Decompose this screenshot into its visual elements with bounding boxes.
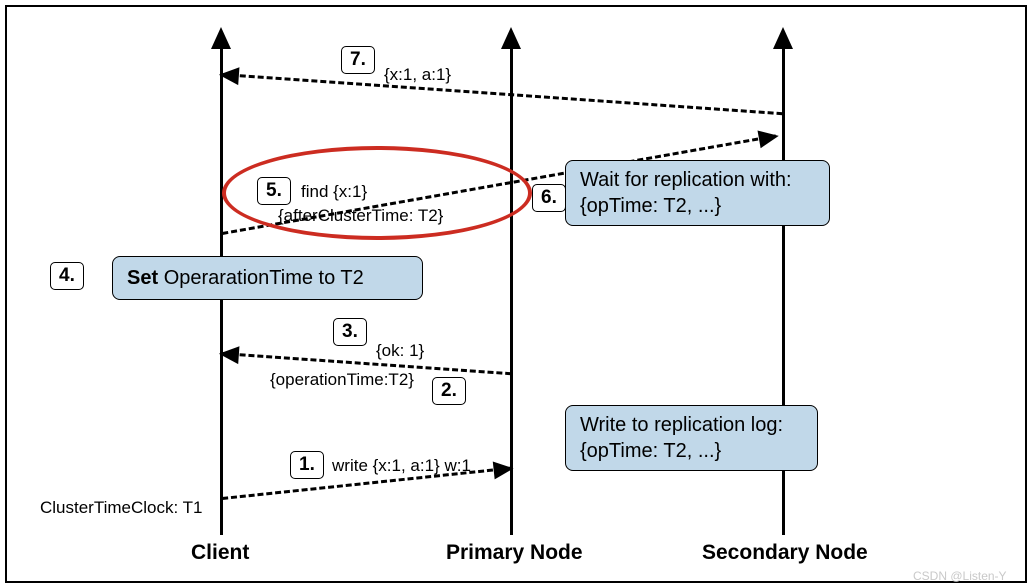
set-prefix: Set bbox=[127, 267, 164, 289]
arrowhead-left-icon bbox=[218, 65, 239, 84]
sequence-diagram: Client Primary Node Secondary Node 1. wr… bbox=[5, 5, 1027, 583]
wait-repl-line1: Wait for replication with: bbox=[580, 167, 815, 193]
primary-lifeline-arrow bbox=[501, 27, 521, 49]
set-text: OperarationTime to T2 bbox=[164, 267, 364, 289]
secondary-lifeline-arrow bbox=[773, 27, 793, 49]
client-lifeline-arrow bbox=[211, 27, 231, 49]
step6-box: 6. bbox=[532, 184, 566, 212]
watermark: CSDN @Listen-Y bbox=[913, 569, 1007, 583]
step4-box: 4. bbox=[50, 262, 84, 290]
secondary-label: Secondary Node bbox=[702, 541, 868, 565]
wait-repl-line2: {opTime: T2, ...} bbox=[580, 193, 815, 219]
write-repl-line1: Write to replication log: bbox=[580, 412, 803, 438]
write-repl-line2: {opTime: T2, ...} bbox=[580, 438, 803, 464]
wait-repl-box: Wait for replication with: {opTime: T2, … bbox=[565, 160, 830, 226]
msg7-arrow bbox=[222, 73, 783, 115]
highlight-ellipse bbox=[222, 146, 532, 240]
arrowhead-left-icon bbox=[218, 344, 239, 363]
clustertime-label: ClusterTimeClock: T1 bbox=[40, 498, 202, 518]
msg7-text: {x:1, a:1} bbox=[384, 65, 451, 85]
step2-box: 2. bbox=[432, 377, 466, 405]
step3-box: 3. bbox=[333, 318, 367, 346]
arrowhead-right-icon bbox=[493, 459, 515, 479]
write-repl-box: Write to replication log: {opTime: T2, .… bbox=[565, 405, 818, 471]
client-label: Client bbox=[191, 541, 249, 565]
primary-label: Primary Node bbox=[446, 541, 583, 565]
set-opttime-box: Set OperarationTime to T2 bbox=[112, 256, 423, 300]
msg2-text: {operationTime:T2} bbox=[270, 370, 414, 390]
step7-box: 7. bbox=[341, 46, 375, 74]
msg3-text: {ok: 1} bbox=[376, 341, 424, 361]
step1-box: 1. bbox=[290, 451, 324, 479]
msg1-text: write {x:1, a:1} w:1 bbox=[332, 456, 471, 476]
arrowhead-right-icon bbox=[757, 127, 780, 148]
